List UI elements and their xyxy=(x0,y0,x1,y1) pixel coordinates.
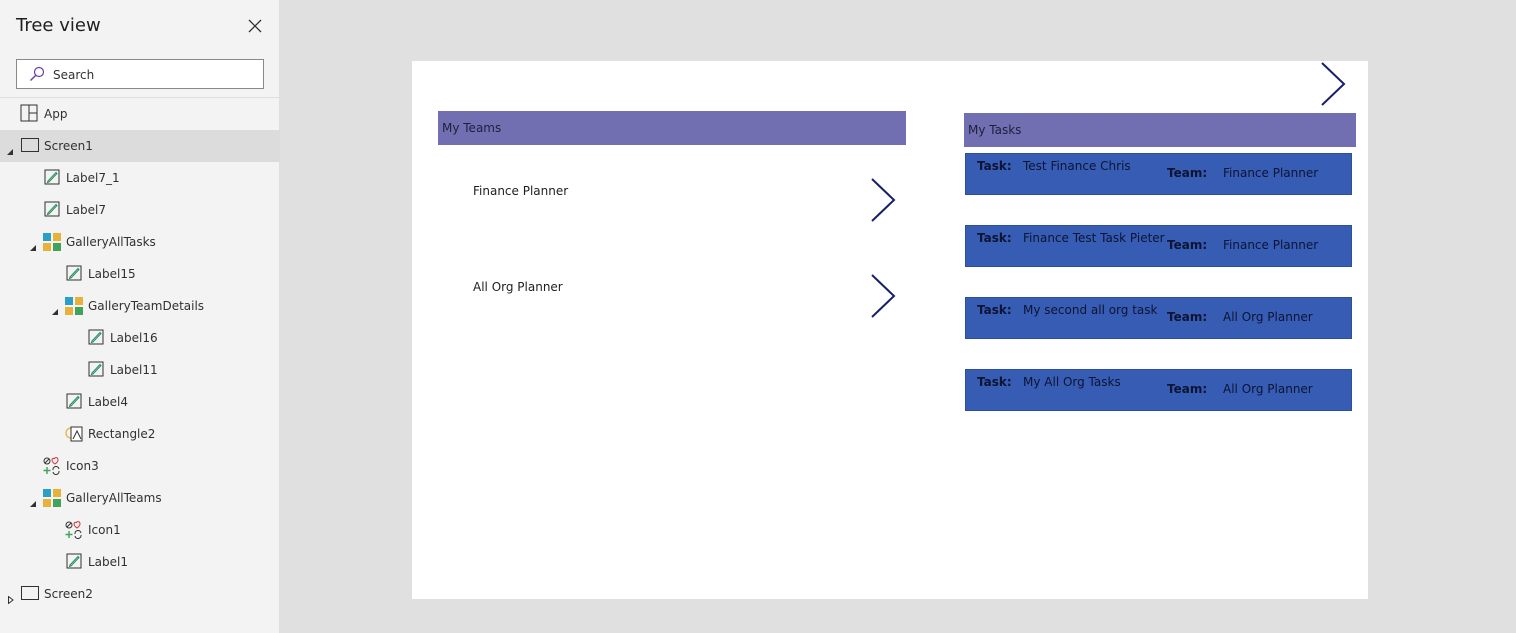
tree-item-label: Label15 xyxy=(88,267,136,281)
tree-item-galleryteamdetails[interactable]: GalleryTeamDetails xyxy=(0,290,280,322)
tree-item-label: Screen1 xyxy=(44,139,93,153)
collapsed-arrow-icon[interactable] xyxy=(7,589,15,605)
tree-item-label: GalleryTeamDetails xyxy=(88,299,205,313)
tree-item-label: Label11 xyxy=(110,363,158,377)
task-key-label: Task: xyxy=(977,159,1012,173)
screen-icon xyxy=(21,138,39,156)
my-tasks-header-label: My Tasks xyxy=(968,123,1022,137)
team-name-label: Finance Planner xyxy=(473,184,569,198)
task-card[interactable]: Task: My second all org task Team: All O… xyxy=(965,297,1352,339)
label-icon xyxy=(66,265,84,283)
tree-item-rectangle2[interactable]: Rectangle2 xyxy=(0,418,280,450)
team-key-label: Team: xyxy=(1167,382,1208,396)
my-teams-header: My Teams xyxy=(438,111,906,145)
tree-item-label: Label16 xyxy=(110,331,158,345)
tree-item-icon3[interactable]: Icon3 xyxy=(0,450,280,482)
task-name: Test Finance Chris xyxy=(1023,159,1131,173)
search-box[interactable] xyxy=(16,59,264,89)
task-name: Finance Test Task Pieter xyxy=(1023,231,1165,245)
task-key-label: Task: xyxy=(977,375,1012,389)
team-key-label: Team: xyxy=(1167,310,1208,324)
app-screen: My Teams Finance Planner All Org Planner… xyxy=(412,61,1368,599)
tree-item-label: GalleryAllTasks xyxy=(66,235,156,249)
label-icon xyxy=(66,393,84,411)
gallery-icon xyxy=(65,297,83,315)
tree-item-label: Label1 xyxy=(88,555,129,569)
my-tasks-header: My Tasks xyxy=(964,113,1356,147)
task-card[interactable]: Task: My All Org Tasks Team: All Org Pla… xyxy=(965,369,1352,411)
tree-item-label: Icon1 xyxy=(88,523,121,537)
tree-item-galleryalltasks[interactable]: GalleryAllTasks xyxy=(0,226,280,258)
tree-view-panel: Tree view App Screen1 Label7_1 xyxy=(0,0,280,633)
task-team-name: All Org Planner xyxy=(1223,310,1313,324)
tree-view-title: Tree view xyxy=(16,15,101,36)
label-icon xyxy=(44,169,62,187)
gallery-icon xyxy=(43,489,61,507)
search-input[interactable] xyxy=(51,64,255,86)
tree-item-label4[interactable]: Label4 xyxy=(0,386,280,418)
task-name: My All Org Tasks xyxy=(1023,375,1121,389)
label-icon xyxy=(88,329,106,347)
expanded-arrow-icon[interactable] xyxy=(29,493,37,507)
tree-item-label15[interactable]: Label15 xyxy=(0,258,280,290)
tree-item-label: Label7 xyxy=(66,203,107,217)
close-icon[interactable] xyxy=(245,16,265,36)
task-team-name: All Org Planner xyxy=(1223,382,1313,396)
chevron-right-icon[interactable] xyxy=(870,177,898,227)
team-key-label: Team: xyxy=(1167,166,1208,180)
chevron-right-icon[interactable] xyxy=(870,273,898,323)
task-name: My second all org task xyxy=(1023,303,1158,317)
icons-icon xyxy=(65,521,83,540)
app-icon xyxy=(20,104,38,122)
task-key-label: Task: xyxy=(977,231,1012,245)
tree-item-label: Screen2 xyxy=(44,587,93,601)
tree-item-label11[interactable]: Label11 xyxy=(0,354,280,386)
task-key-label: Task: xyxy=(977,303,1012,317)
task-team-name: Finance Planner xyxy=(1223,166,1319,180)
team-name-label: All Org Planner xyxy=(473,280,563,294)
tree-item-label7[interactable]: Label7 xyxy=(0,194,280,226)
tree-item-app[interactable]: App xyxy=(0,98,280,130)
tree-item-label: Label4 xyxy=(88,395,129,409)
icons-icon xyxy=(43,457,61,476)
my-teams-header-label: My Teams xyxy=(442,121,502,135)
gallery-icon xyxy=(43,233,61,251)
label-icon xyxy=(66,553,84,571)
expanded-arrow-icon[interactable] xyxy=(29,237,37,251)
tree-item-screen1[interactable]: Screen1 xyxy=(0,130,280,162)
tree-item-galleryallteams[interactable]: GalleryAllTeams xyxy=(0,482,280,514)
tree-item-label: App xyxy=(44,107,68,121)
tree-item-label: Rectangle2 xyxy=(88,427,156,441)
tree-item-label: Icon3 xyxy=(66,459,99,473)
screen-icon xyxy=(21,586,39,604)
chevron-right-icon[interactable] xyxy=(1320,61,1348,111)
label-icon xyxy=(44,201,62,219)
tree-item-label: Label7_1 xyxy=(66,171,120,185)
task-card[interactable]: Task: Finance Test Task Pieter Team: Fin… xyxy=(965,225,1352,267)
search-icon xyxy=(30,66,45,81)
tree-item-label7-1[interactable]: Label7_1 xyxy=(0,162,280,194)
tree-item-screen2[interactable]: Screen2 xyxy=(0,578,280,610)
team-key-label: Team: xyxy=(1167,238,1208,252)
tree-item-label1[interactable]: Label1 xyxy=(0,546,280,578)
tree-item-icon1[interactable]: Icon1 xyxy=(0,514,280,546)
shape-icon xyxy=(65,425,83,443)
task-card[interactable]: Task: Test Finance Chris Team: Finance P… xyxy=(965,153,1352,195)
tree-item-label: GalleryAllTeams xyxy=(66,491,162,505)
task-team-name: Finance Planner xyxy=(1223,238,1319,252)
expanded-arrow-icon[interactable] xyxy=(51,301,59,315)
expanded-arrow-icon[interactable] xyxy=(6,141,14,155)
tree-item-label16[interactable]: Label16 xyxy=(0,322,280,354)
label-icon xyxy=(88,361,106,379)
